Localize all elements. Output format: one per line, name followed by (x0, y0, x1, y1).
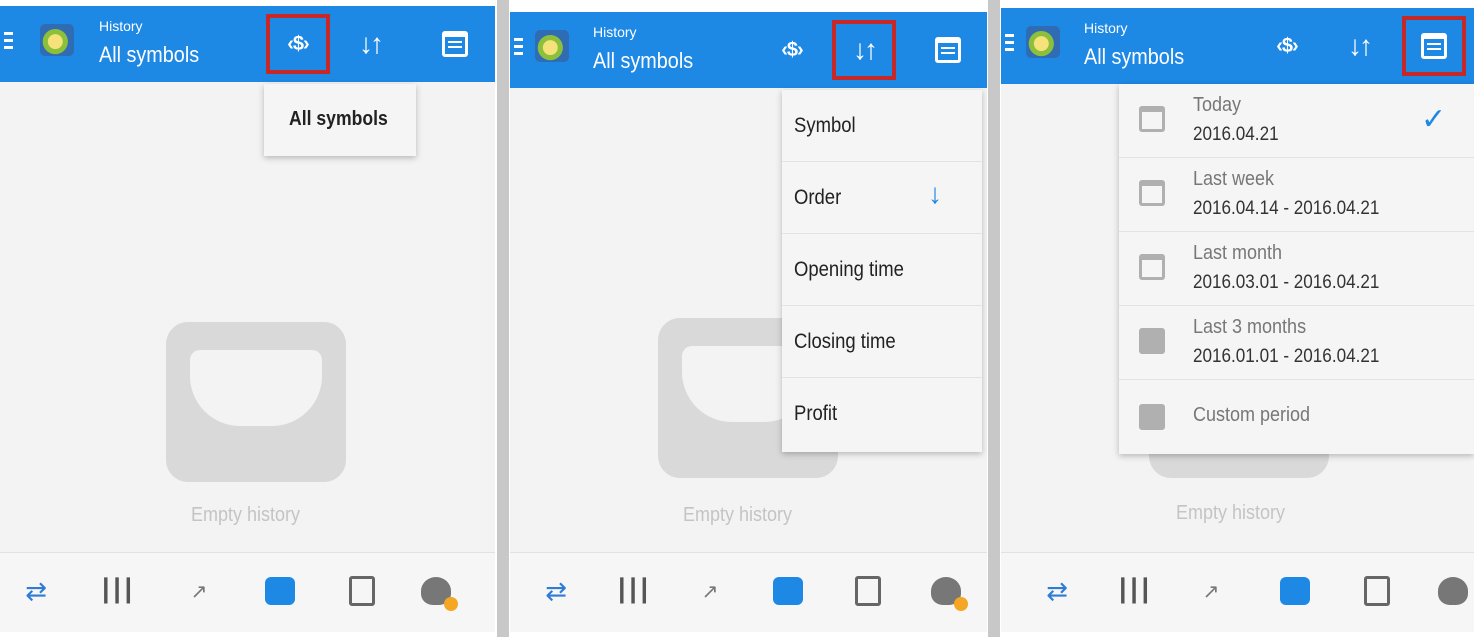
empty-inbox-icon (166, 322, 346, 482)
symbol-filter-button[interactable]: ‹$› (762, 22, 822, 78)
calendar-button[interactable] (918, 22, 978, 78)
sort-button[interactable]: ↓↑ (1329, 18, 1389, 74)
charts-icon[interactable]: ┃┃┃ (615, 575, 651, 607)
sort-direction-icon: ↓ (928, 178, 942, 209)
quotes-icon[interactable]: ⇄ (540, 575, 572, 607)
app-logo (40, 24, 74, 56)
calendar-button[interactable] (425, 16, 485, 72)
symbol-filter-icon: ‹$› (781, 38, 803, 61)
period-option-last-month[interactable]: Last month 2016.03.01 - 2016.04.21 (1119, 232, 1474, 306)
calendar-icon (442, 31, 468, 57)
calendar-day-icon (1139, 106, 1165, 132)
history-icon (773, 577, 803, 605)
sort-option-profit[interactable]: Profit (782, 378, 982, 450)
history-tab[interactable] (1279, 575, 1311, 607)
divider (497, 0, 509, 637)
period-menu: Today 2016.04.21 ✓ Last week 2016.04.14 … (1119, 84, 1474, 454)
divider (988, 0, 1000, 637)
sort-option-opening-time[interactable]: Opening time (782, 234, 982, 306)
chat-tab[interactable] (420, 575, 458, 611)
empty-history-label: Empty history (191, 504, 301, 526)
menu-icon[interactable] (514, 34, 528, 62)
sort-option-symbol[interactable]: Symbol (782, 90, 982, 162)
sort-icon: ↓↑ (853, 34, 878, 65)
menu-icon[interactable] (1005, 30, 1019, 58)
period-option-custom[interactable]: Custom period (1119, 380, 1474, 454)
sort-icon: ↓↑ (359, 28, 384, 59)
sort-button[interactable]: ↓↑ (832, 20, 896, 80)
notification-badge (954, 597, 968, 611)
history-tab[interactable] (772, 575, 804, 607)
calendar-month-icon (1139, 254, 1165, 280)
bottom-navigation: ⇄ ┃┃┃ ↗ (1001, 552, 1474, 632)
app-bar: History All symbols ‹$› ↓↑ (0, 6, 495, 82)
empty-history-label: Empty history (1176, 502, 1286, 524)
menu-icon[interactable] (4, 28, 18, 56)
charts-icon[interactable]: ┃┃┃ (99, 575, 135, 607)
sort-menu: Symbol Order ↓ Opening time Closing time … (782, 90, 982, 452)
sort-option-order[interactable]: Order ↓ (782, 162, 982, 234)
calendar-icon (935, 37, 961, 63)
trade-icon[interactable]: ↗ (694, 575, 726, 607)
header-filter-title: All symbols (1084, 44, 1185, 69)
news-icon (855, 576, 881, 606)
app-logo (535, 30, 569, 62)
symbol-filter-icon: ‹$› (1276, 34, 1298, 57)
history-icon (265, 577, 295, 605)
screen-period-menu: History All symbols ‹$› ↓↑ Empty history… (1001, 8, 1474, 632)
calendar-icon (1421, 33, 1447, 59)
menu-item-all-symbols[interactable]: All symbols (264, 84, 416, 156)
header-filter-title: All symbols (99, 42, 200, 67)
screen-sort-menu: History All symbols ‹$› ↓↑ Empty history… (510, 12, 987, 632)
quotes-icon[interactable]: ⇄ (1041, 575, 1073, 607)
symbol-menu: All symbols (264, 84, 416, 156)
bottom-navigation: ⇄ ┃┃┃ ↗ (510, 552, 987, 632)
bottom-navigation: ⇄ ┃┃┃ ↗ (0, 552, 495, 632)
symbol-filter-button[interactable]: ‹$› (1257, 18, 1317, 74)
trade-icon[interactable]: ↗ (1195, 575, 1227, 607)
calendar-week-icon (1139, 180, 1165, 206)
sort-option-closing-time[interactable]: Closing time (782, 306, 982, 378)
app-bar: History All symbols ‹$› ↓↑ (1001, 8, 1474, 84)
trade-icon[interactable]: ↗ (183, 575, 215, 607)
symbol-filter-button[interactable]: ‹$› (266, 14, 330, 74)
header-section-title: History (593, 24, 637, 40)
charts-icon[interactable]: ┃┃┃ (1116, 575, 1152, 607)
checkmark-icon: ✓ (1421, 103, 1447, 136)
quotes-icon[interactable]: ⇄ (20, 575, 52, 607)
empty-history-label: Empty history (683, 504, 793, 526)
header-filter-title: All symbols (593, 48, 694, 73)
period-option-last-3-months[interactable]: Last 3 months 2016.01.01 - 2016.04.21 (1119, 306, 1474, 380)
news-tab[interactable] (346, 575, 378, 607)
header-section-title: History (1084, 20, 1128, 36)
news-icon (349, 576, 375, 606)
calendar-custom-icon (1139, 404, 1165, 430)
symbol-filter-icon: ‹$› (287, 32, 309, 55)
chat-tab[interactable] (930, 575, 968, 611)
sort-button[interactable]: ↓↑ (340, 16, 400, 72)
chat-icon (1438, 577, 1468, 605)
news-tab[interactable] (1361, 575, 1393, 607)
calendar-button[interactable] (1402, 16, 1466, 76)
period-option-last-week[interactable]: Last week 2016.04.14 - 2016.04.21 (1119, 158, 1474, 232)
calendar-3-months-icon (1139, 328, 1165, 354)
app-bar: History All symbols ‹$› ↓↑ (510, 12, 987, 88)
screen-symbol-filter: History All symbols ‹$› ↓↑ Empty history… (0, 6, 495, 632)
sort-icon: ↓↑ (1348, 30, 1373, 61)
chat-tab[interactable] (1437, 575, 1469, 607)
news-tab[interactable] (852, 575, 884, 607)
news-icon (1364, 576, 1390, 606)
history-tab[interactable] (264, 575, 296, 607)
header-section-title: History (99, 18, 143, 34)
period-option-today[interactable]: Today 2016.04.21 ✓ (1119, 84, 1474, 158)
history-icon (1280, 577, 1310, 605)
notification-badge (444, 597, 458, 611)
app-logo (1026, 26, 1060, 58)
